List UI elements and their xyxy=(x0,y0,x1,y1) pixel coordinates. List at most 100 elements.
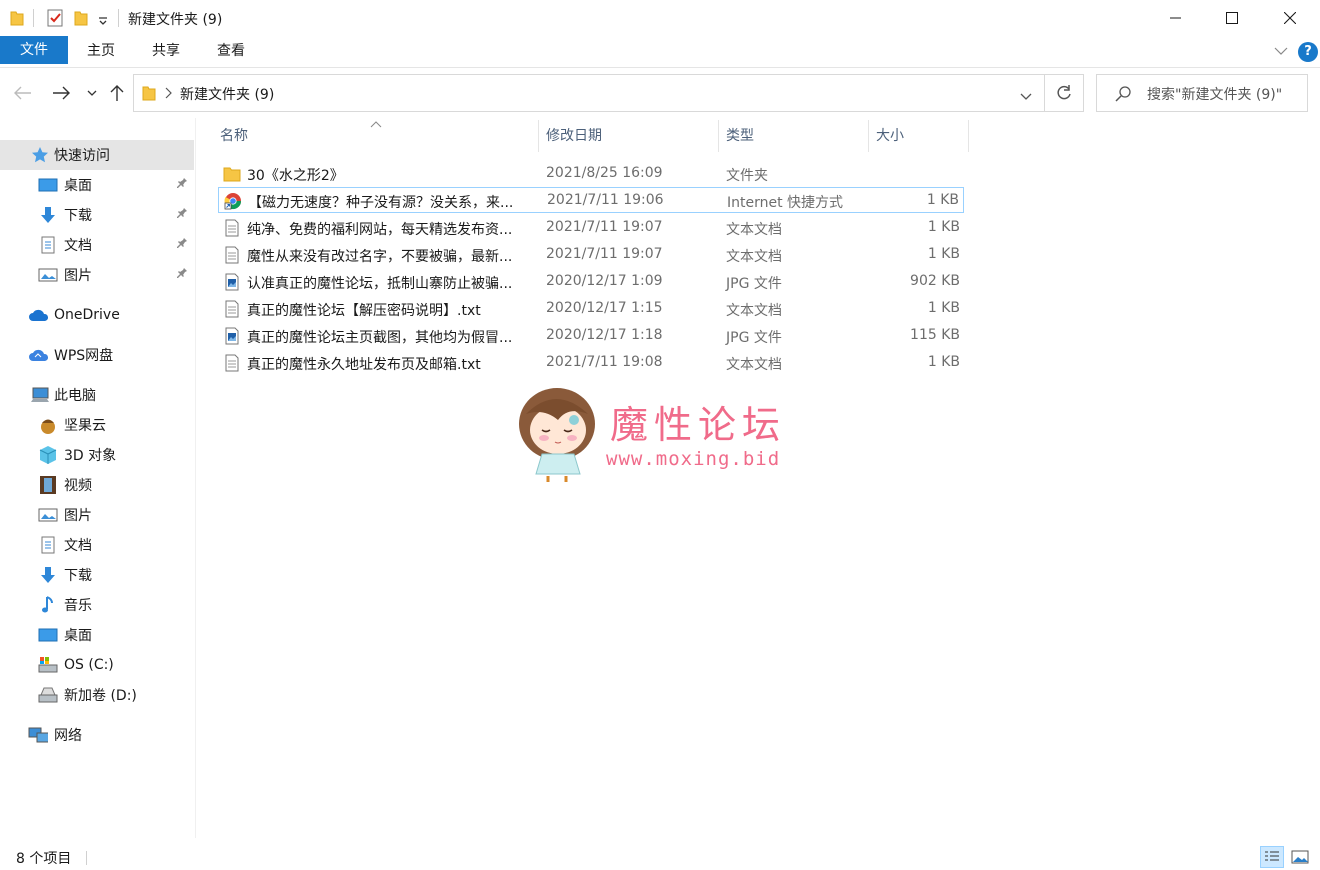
details-view-button[interactable] xyxy=(1260,846,1284,868)
sidebar-item-quick-access[interactable]: 快速访问 xyxy=(0,140,194,170)
watermark-title: 魔性论坛 xyxy=(610,403,787,447)
sidebar-item-label: 网络 xyxy=(54,728,82,744)
file-size: 115 KB xyxy=(910,327,960,343)
sidebar-item-downloads-pc[interactable]: 下载 xyxy=(0,560,194,590)
refresh-button[interactable] xyxy=(1044,74,1084,112)
column-header-name[interactable]: 名称 xyxy=(220,120,536,152)
sidebar-item-jianguoyun[interactable]: 坚果云 xyxy=(0,410,194,440)
tab-file[interactable]: 文件 xyxy=(0,36,68,64)
address-bar[interactable]: 新建文件夹 (9) xyxy=(133,74,1045,112)
desktop-icon xyxy=(38,175,58,195)
sidebar-item-3d-objects[interactable]: 3D 对象 xyxy=(0,440,194,470)
sidebar-item-wps-drive[interactable]: WPS网盘 xyxy=(0,340,194,370)
ribbon: 文件 主页 共享 查看 xyxy=(0,36,1320,68)
sidebar-item-label: 下载 xyxy=(64,568,92,584)
breadcrumb-chevron-icon[interactable] xyxy=(164,87,172,103)
sidebar-item-documents-pc[interactable]: 文档 xyxy=(0,530,194,560)
sidebar-item-label: 快速访问 xyxy=(54,148,110,164)
minimize-button[interactable] xyxy=(1148,0,1204,36)
maximize-button[interactable] xyxy=(1204,0,1260,36)
column-header-date[interactable]: 修改日期 xyxy=(546,120,716,152)
sidebar-item-videos[interactable]: 视频 xyxy=(0,470,194,500)
sidebar-item-downloads[interactable]: 下载 xyxy=(0,200,194,230)
up-button[interactable] xyxy=(106,82,128,104)
file-date: 2021/7/11 19:08 xyxy=(546,354,663,370)
search-placeholder: 搜索"新建文件夹 (9)" xyxy=(1147,87,1283,103)
pin-icon[interactable] xyxy=(176,237,188,253)
search-input[interactable]: 搜索"新建文件夹 (9)" xyxy=(1096,74,1308,112)
file-row[interactable]: 认准真正的魔性论坛，抵制山寨防止被骗... 2020/12/17 1:09 JP… xyxy=(218,269,964,295)
column-divider[interactable] xyxy=(968,120,969,152)
breadcrumb-current-folder[interactable]: 新建文件夹 (9) xyxy=(180,84,274,104)
wps-cloud-icon xyxy=(28,345,48,365)
address-history-chevron-icon[interactable] xyxy=(1020,89,1032,105)
sidebar-item-documents[interactable]: 文档 xyxy=(0,230,194,260)
folder-icon xyxy=(142,85,156,105)
sidebar-item-label: 下载 xyxy=(64,208,92,224)
file-type: 文本文档 xyxy=(726,249,782,265)
file-name: 【磁力无速度？种子没有源？没关系，来... xyxy=(248,195,514,211)
image-file-icon xyxy=(225,273,239,291)
tab-home[interactable]: 主页 xyxy=(70,36,132,66)
column-divider[interactable] xyxy=(868,120,869,152)
sidebar-item-this-pc[interactable]: 此电脑 xyxy=(0,380,194,410)
column-header-type[interactable]: 类型 xyxy=(726,120,866,152)
pin-icon[interactable] xyxy=(176,207,188,223)
file-size: 1 KB xyxy=(926,192,959,208)
details-view-icon xyxy=(1265,851,1279,861)
file-row[interactable]: 真正的魔性永久地址发布页及邮箱.txt 2021/7/11 19:08 文本文档… xyxy=(218,350,964,376)
column-divider[interactable] xyxy=(718,120,719,152)
window-title: 新建文件夹 (9) xyxy=(128,12,223,28)
tab-view[interactable]: 查看 xyxy=(200,36,262,66)
cartoon-girl-logo xyxy=(519,388,595,482)
pin-icon[interactable] xyxy=(176,267,188,283)
file-type: 文件夹 xyxy=(726,168,768,184)
sidebar-item-desktop[interactable]: 桌面 xyxy=(0,170,194,200)
file-row[interactable]: 纯净、免费的福利网站，每天精选发布资... 2021/7/11 19:07 文本… xyxy=(218,215,964,241)
customize-toolbar-chevron-icon[interactable] xyxy=(98,14,108,30)
forward-button[interactable] xyxy=(50,82,72,104)
back-button[interactable] xyxy=(12,82,34,104)
sidebar-item-label: WPS网盘 xyxy=(54,348,114,364)
file-size: 1 KB xyxy=(927,300,960,316)
file-row[interactable]: 真正的魔性论坛主页截图，其他均为假冒... 2020/12/17 1:18 JP… xyxy=(218,323,964,349)
chevron-down-icon xyxy=(87,90,97,96)
file-size: 1 KB xyxy=(927,219,960,235)
minimize-icon xyxy=(1170,17,1181,19)
file-row[interactable]: 真正的魔性论坛【解压密码说明】.txt 2020/12/17 1:15 文本文档… xyxy=(218,296,964,322)
file-row[interactable]: 【磁力无速度？种子没有源？没关系，来... 2021/7/11 19:06 In… xyxy=(218,187,964,213)
large-icons-view-button[interactable] xyxy=(1288,846,1312,868)
new-folder-icon[interactable] xyxy=(74,10,88,30)
file-type: 文本文档 xyxy=(726,303,782,319)
navigation-bar: 新建文件夹 (9) 搜索"新建文件夹 (9)" xyxy=(0,68,1320,118)
image-file-icon xyxy=(225,327,239,345)
file-row[interactable]: 魔性从来没有改过名字，不要被骗，最新... 2021/7/11 19:07 文本… xyxy=(218,242,964,268)
computer-icon xyxy=(30,385,50,405)
tab-share[interactable]: 共享 xyxy=(134,36,198,66)
file-type: 文本文档 xyxy=(726,222,782,238)
sidebar-item-pictures-pc[interactable]: 图片 xyxy=(0,500,194,530)
sidebar-item-desktop-pc[interactable]: 桌面 xyxy=(0,620,194,650)
text-file-icon xyxy=(225,246,239,264)
file-row[interactable]: 30《水之形2》 2021/8/25 16:09 文件夹 xyxy=(218,161,964,187)
picture-icon xyxy=(38,505,58,525)
sidebar-item-onedrive[interactable]: OneDrive xyxy=(0,300,194,330)
sidebar-item-network[interactable]: 网络 xyxy=(0,720,194,750)
sidebar-item-label: 坚果云 xyxy=(64,418,106,434)
properties-icon[interactable] xyxy=(46,9,64,31)
column-header-size[interactable]: 大小 xyxy=(876,120,966,152)
sidebar-item-drive-d[interactable]: 新加卷 (D:) xyxy=(0,680,194,710)
sidebar-item-drive-c[interactable]: OS (C:) xyxy=(0,650,194,680)
file-date: 2021/7/11 19:07 xyxy=(546,219,663,235)
column-divider[interactable] xyxy=(538,120,539,152)
close-button[interactable] xyxy=(1262,0,1318,36)
sidebar-item-music[interactable]: 音乐 xyxy=(0,590,194,620)
status-divider xyxy=(86,851,87,865)
up-arrow-icon xyxy=(110,85,124,101)
sidebar-item-pictures[interactable]: 图片 xyxy=(0,260,194,290)
pin-icon[interactable] xyxy=(176,177,188,193)
expand-ribbon-icon[interactable] xyxy=(1274,44,1288,60)
help-button[interactable]: ? xyxy=(1298,42,1318,62)
recent-locations-button[interactable] xyxy=(81,82,103,104)
film-icon xyxy=(38,475,58,495)
